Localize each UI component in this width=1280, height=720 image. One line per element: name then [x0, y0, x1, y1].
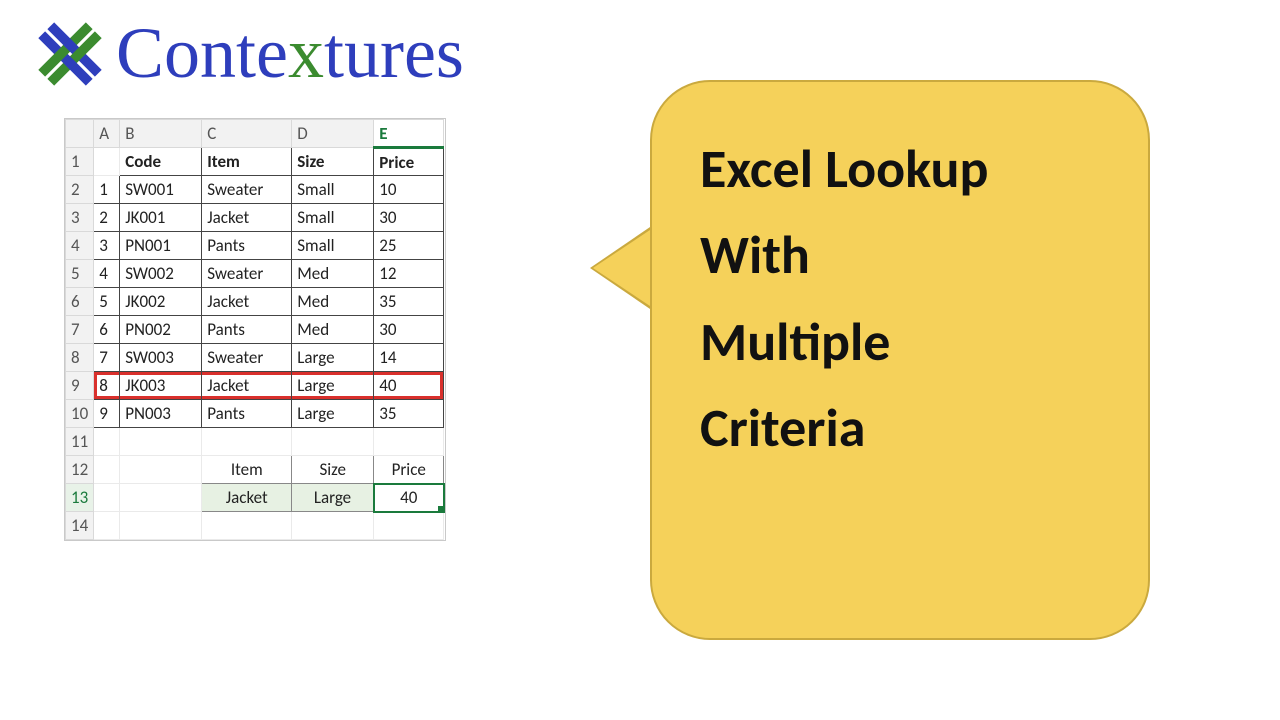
- column-header-row: A B C D E: [66, 120, 444, 148]
- table-row: 4 3 PN001 Pants Small 25: [66, 232, 444, 260]
- table-row: 5 4 SW002 Sweater Med 12: [66, 260, 444, 288]
- header-cell[interactable]: Item: [202, 148, 292, 176]
- callout-text: Excel Lookup With Multiple Criteria: [700, 126, 1100, 472]
- table-row: 7 6 PN002 Pants Med 30: [66, 316, 444, 344]
- table-row: 6 5 JK002 Jacket Med 35: [66, 288, 444, 316]
- table-row: 2 1 SW001 Sweater Small 10: [66, 176, 444, 204]
- lookup-header[interactable]: Item: [202, 456, 292, 484]
- table-row: 10 9 PN003 Pants Large 35: [66, 400, 444, 428]
- header-cell[interactable]: Price: [374, 148, 444, 176]
- lookup-header[interactable]: Price: [374, 456, 444, 484]
- lookup-size[interactable]: Large: [292, 484, 374, 512]
- lookup-price-result[interactable]: 40: [374, 484, 444, 512]
- lookup-item[interactable]: Jacket: [202, 484, 292, 512]
- table-row: 8 7 SW003 Sweater Large 14: [66, 344, 444, 372]
- lookup-header[interactable]: Size: [292, 456, 374, 484]
- brand-logo: Contextures: [30, 12, 464, 95]
- callout-tail: [593, 228, 653, 308]
- row-header[interactable]: 1: [66, 148, 94, 176]
- table-row: 3 2 JK001 Jacket Small 30: [66, 204, 444, 232]
- callout-bubble: Excel Lookup With Multiple Criteria: [650, 80, 1150, 640]
- table-row: 1 Code Item Size Price: [66, 148, 444, 176]
- weave-icon: [30, 14, 110, 94]
- col-header-C[interactable]: C: [202, 120, 292, 148]
- header-cell[interactable]: Size: [292, 148, 374, 176]
- table-row: 11: [66, 428, 444, 456]
- lookup-value-row: 13 Jacket Large 40: [66, 484, 444, 512]
- col-header-B[interactable]: B: [120, 120, 202, 148]
- col-header-D[interactable]: D: [292, 120, 374, 148]
- lookup-header-row: 12 Item Size Price: [66, 456, 444, 484]
- spreadsheet[interactable]: A B C D E 1 Code Item Size Price 2 1 SW0…: [64, 118, 446, 541]
- table-row: 14: [66, 512, 444, 540]
- col-header-A[interactable]: A: [94, 120, 120, 148]
- highlighted-row: 9 8 JK003 Jacket Large 40: [66, 372, 444, 400]
- header-cell[interactable]: Code: [120, 148, 202, 176]
- col-header-E[interactable]: E: [374, 120, 444, 148]
- select-all-corner[interactable]: [66, 120, 94, 148]
- brand-name: Contextures: [116, 12, 464, 95]
